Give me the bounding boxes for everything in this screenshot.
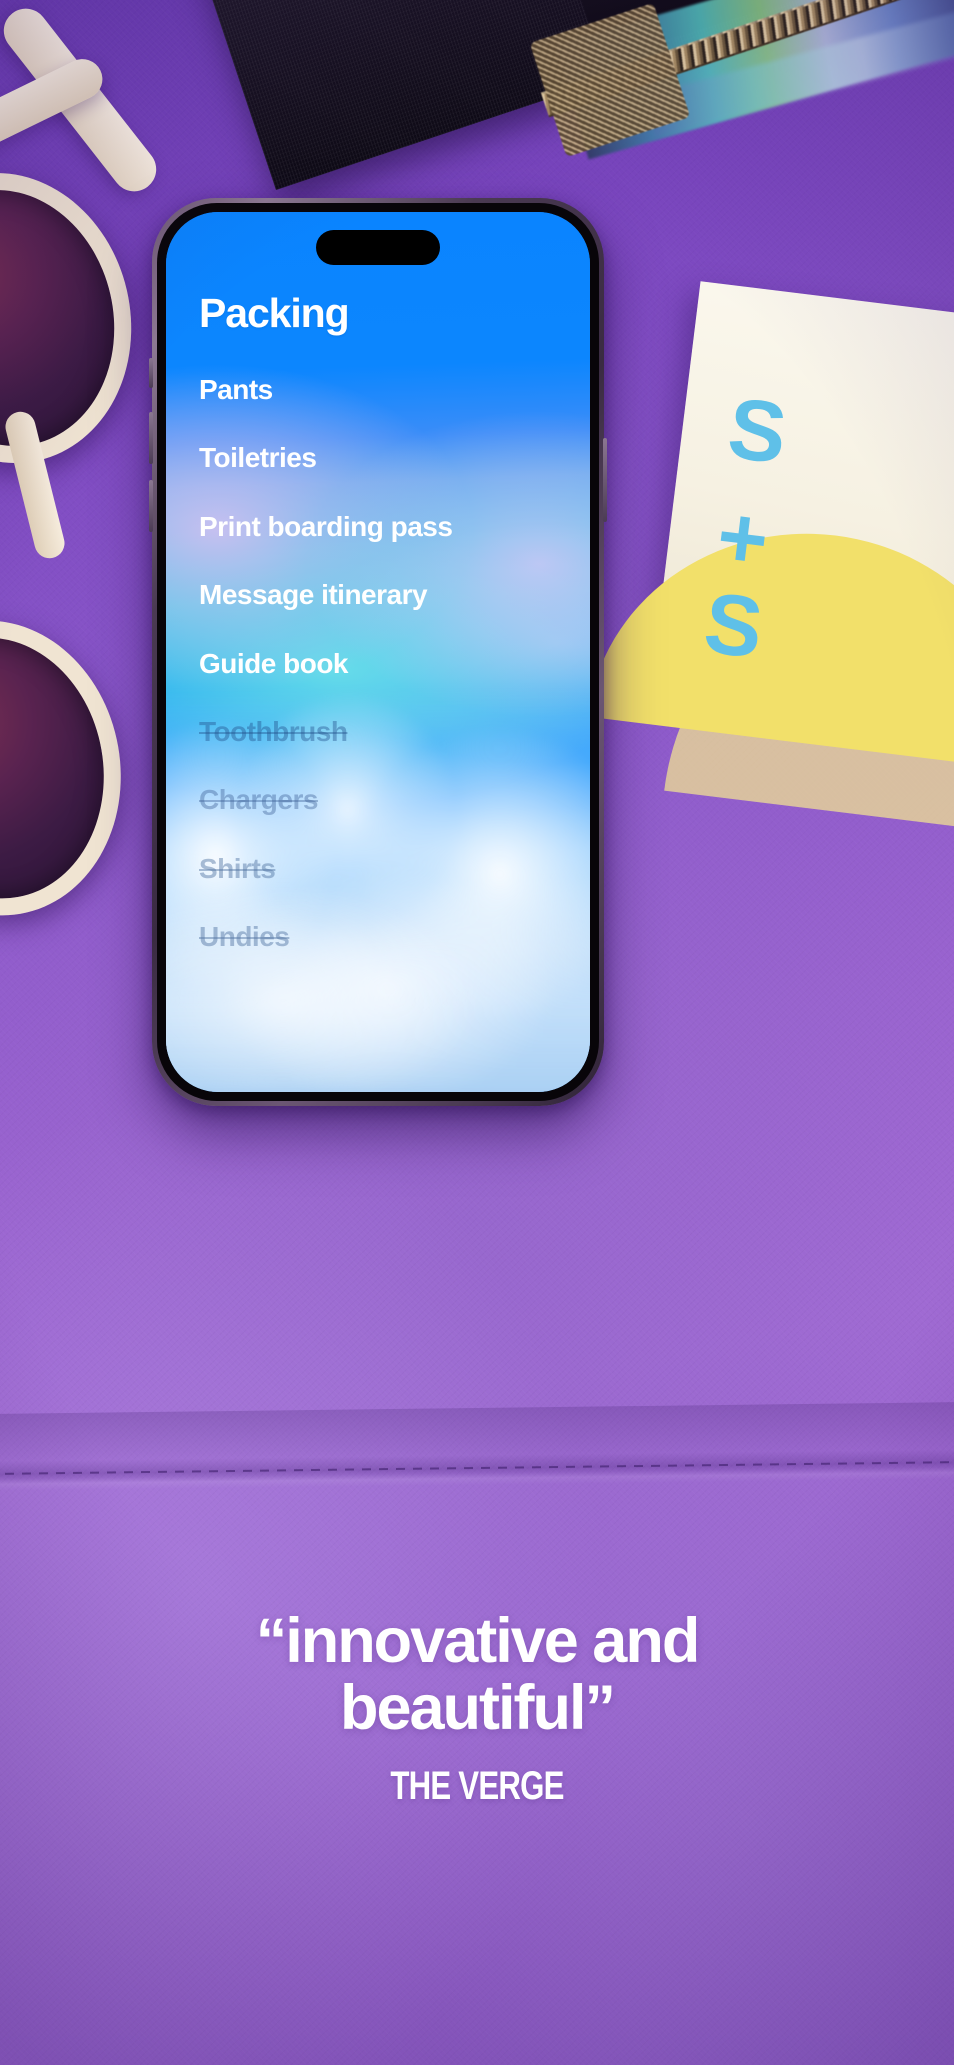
- printed-card: S + S: [587, 281, 954, 839]
- card-letter-s-2: S: [699, 574, 768, 677]
- phone-mute-switch[interactable]: [149, 358, 153, 388]
- iphone-mockup: Packing Pants Toiletries Print boarding …: [149, 198, 607, 1106]
- list-item-shirts[interactable]: Shirts: [199, 853, 590, 883]
- phone-volume-up-button[interactable]: [149, 412, 153, 464]
- list-item-print-boarding-pass[interactable]: Print boarding pass: [199, 511, 590, 541]
- testimonial-quote-line-2: beautiful”: [340, 1672, 616, 1743]
- list-item-message-itinerary[interactable]: Message itinerary: [199, 580, 590, 610]
- phone-volume-down-button[interactable]: [149, 480, 153, 532]
- phone-power-button[interactable]: [603, 438, 607, 522]
- phone-bezel: Packing Pants Toiletries Print boarding …: [157, 203, 599, 1101]
- dynamic-island: [316, 230, 440, 265]
- phone-screen[interactable]: Packing Pants Toiletries Print boarding …: [166, 212, 590, 1092]
- list-item-toothbrush[interactable]: Toothbrush: [199, 717, 590, 747]
- card-letter-plus: +: [711, 487, 774, 589]
- card-letter-s: S: [723, 380, 790, 483]
- packing-list-screen: Packing Pants Toiletries Print boarding …: [166, 212, 590, 1092]
- testimonial-source-logo: THE VERGE: [390, 1763, 564, 1808]
- testimonial: “innovative and beautiful” THE VERGE: [0, 1608, 954, 1809]
- list-item-toiletries[interactable]: Toiletries: [199, 443, 590, 473]
- list-item-chargers[interactable]: Chargers: [199, 785, 590, 815]
- list-item-guide-book[interactable]: Guide book: [199, 648, 590, 678]
- page-title: Packing: [199, 290, 350, 336]
- list-item-undies[interactable]: Undies: [199, 922, 590, 952]
- list-item-pants[interactable]: Pants: [199, 375, 590, 405]
- testimonial-quote-line-1: “innovative and: [255, 1606, 701, 1676]
